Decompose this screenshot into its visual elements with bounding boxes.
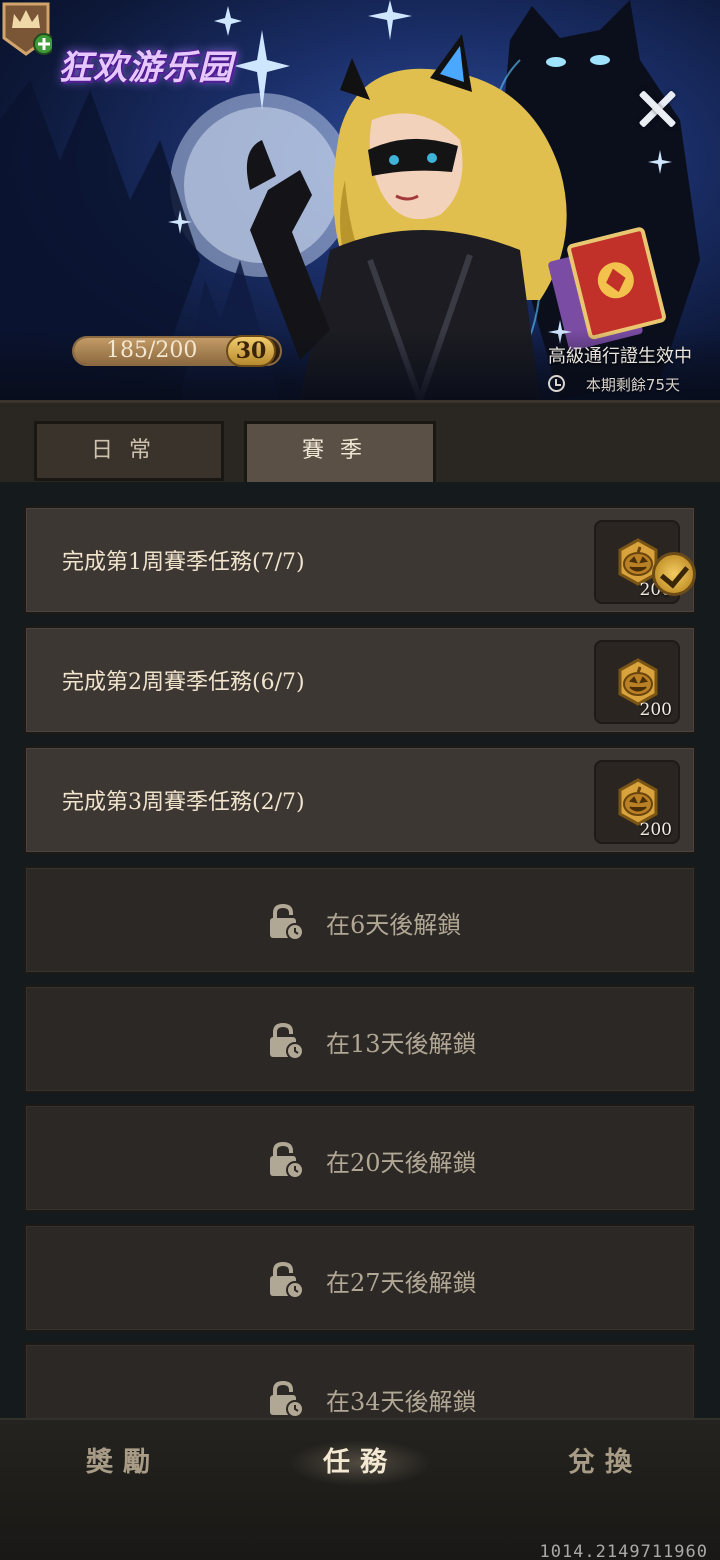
claimed-check-icon bbox=[652, 552, 696, 596]
reward-slot[interactable]: 200 bbox=[594, 760, 680, 844]
unlock-countdown-text: 在13天後解鎖 bbox=[326, 1029, 477, 1058]
nav-rewards[interactable]: 獎勵 bbox=[48, 1440, 198, 1486]
reward-amount: 200 bbox=[639, 820, 672, 840]
locked-task-card: 在27天後解鎖 bbox=[24, 1224, 696, 1332]
tab-season[interactable]: 賽季 bbox=[244, 421, 436, 485]
task-title: 完成第2周賽季任務(6/7) bbox=[62, 670, 305, 695]
tab-daily[interactable]: 日常 bbox=[34, 421, 224, 481]
lock-timer-icon bbox=[270, 903, 304, 941]
bottom-nav: 獎勵 任務 兌換 bbox=[0, 1418, 720, 1560]
task-list[interactable]: 完成第1周賽季任務(7/7) 200 完成第2周賽季任務(6/7) 200 完成… bbox=[0, 482, 720, 1418]
crown-level-icon[interactable] bbox=[0, 0, 52, 56]
locked-task-card: 在6天後解鎖 bbox=[24, 866, 696, 974]
task-card-week-1[interactable]: 完成第1周賽季任務(7/7) 200 bbox=[24, 506, 696, 614]
level-number-badge: 30 bbox=[226, 335, 276, 367]
unlock-countdown-text: 在6天後解鎖 bbox=[326, 910, 462, 939]
event-logo: 狂欢游乐园 bbox=[58, 48, 233, 88]
lock-row: 在6天後解鎖 bbox=[266, 902, 461, 942]
locked-task-card: 在13天後解鎖 bbox=[24, 985, 696, 1093]
build-id: 1014.2149711960 bbox=[539, 1542, 708, 1560]
nav-exchange[interactable]: 兌換 bbox=[530, 1440, 680, 1486]
reward-slot[interactable]: 200 bbox=[594, 640, 680, 724]
task-title: 完成第1周賽季任務(7/7) bbox=[62, 550, 305, 575]
lock-timer-icon bbox=[270, 1022, 304, 1060]
lock-row: 在20天後解鎖 bbox=[266, 1140, 477, 1180]
nav-tasks[interactable]: 任務 bbox=[290, 1440, 430, 1486]
locked-task-card: 在34天後解鎖 bbox=[24, 1343, 696, 1418]
unlock-countdown-text: 在34天後解鎖 bbox=[326, 1387, 477, 1416]
lock-timer-icon bbox=[270, 1380, 304, 1418]
lock-row: 在34天後解鎖 bbox=[266, 1379, 477, 1418]
premium-pass-status: 高級通行證生效中 bbox=[548, 346, 692, 367]
tab-bar: 日常 賽季 bbox=[0, 400, 720, 485]
unlock-countdown-text: 在20天後解鎖 bbox=[326, 1148, 477, 1177]
reward-amount: 200 bbox=[639, 700, 672, 720]
event-banner: 狂欢游乐园 185/200 30 高級通行證生效中 本期剩餘75天 bbox=[0, 0, 720, 400]
task-title: 完成第3周賽季任務(2/7) bbox=[62, 790, 305, 815]
lock-row: 在13天後解鎖 bbox=[266, 1021, 477, 1061]
level-progress-text: 185/200 bbox=[106, 338, 198, 363]
lock-timer-icon bbox=[270, 1261, 304, 1299]
task-card-week-2[interactable]: 完成第2周賽季任務(6/7) 200 bbox=[24, 626, 696, 734]
clock-icon bbox=[548, 375, 565, 392]
locked-task-card: 在20天後解鎖 bbox=[24, 1104, 696, 1212]
lock-timer-icon bbox=[270, 1141, 304, 1179]
lock-row: 在27天後解鎖 bbox=[266, 1260, 477, 1300]
unlock-countdown-text: 在27天後解鎖 bbox=[326, 1268, 477, 1297]
season-remaining-text: 本期剩餘75天 bbox=[585, 376, 680, 394]
close-button[interactable] bbox=[632, 84, 682, 134]
task-card-week-3[interactable]: 完成第3周賽季任務(2/7) 200 bbox=[24, 746, 696, 854]
